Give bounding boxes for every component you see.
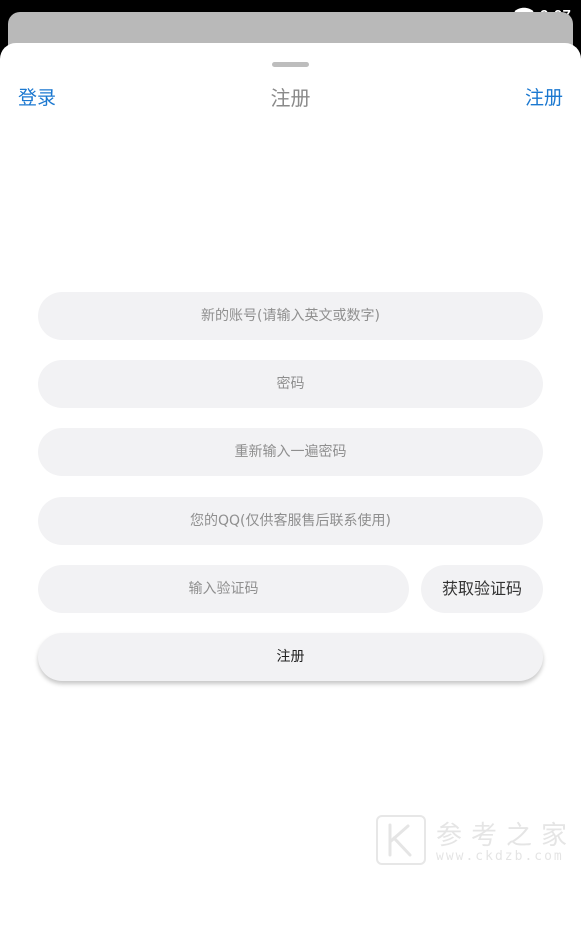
- watermark-logo-icon: [376, 815, 426, 865]
- get-code-button[interactable]: 获取验证码: [421, 565, 543, 613]
- page-title: 注册: [270, 86, 311, 110]
- confirm-password-input[interactable]: [38, 428, 543, 476]
- watermark: 参考之家 www.ckdzb.com: [376, 815, 574, 867]
- verification-code-input[interactable]: [38, 565, 409, 613]
- register-sheet: 登录 注册 注册 获取验证码 注册: [0, 43, 581, 930]
- account-input[interactable]: [38, 292, 543, 340]
- watermark-url: www.ckdzb.com: [436, 849, 564, 864]
- password-input[interactable]: [38, 360, 543, 408]
- watermark-title: 参考之家: [436, 821, 577, 851]
- register-link[interactable]: 注册: [525, 83, 563, 113]
- register-button[interactable]: 注册: [38, 633, 543, 681]
- drag-handle[interactable]: [272, 62, 309, 67]
- qq-input[interactable]: [38, 497, 543, 545]
